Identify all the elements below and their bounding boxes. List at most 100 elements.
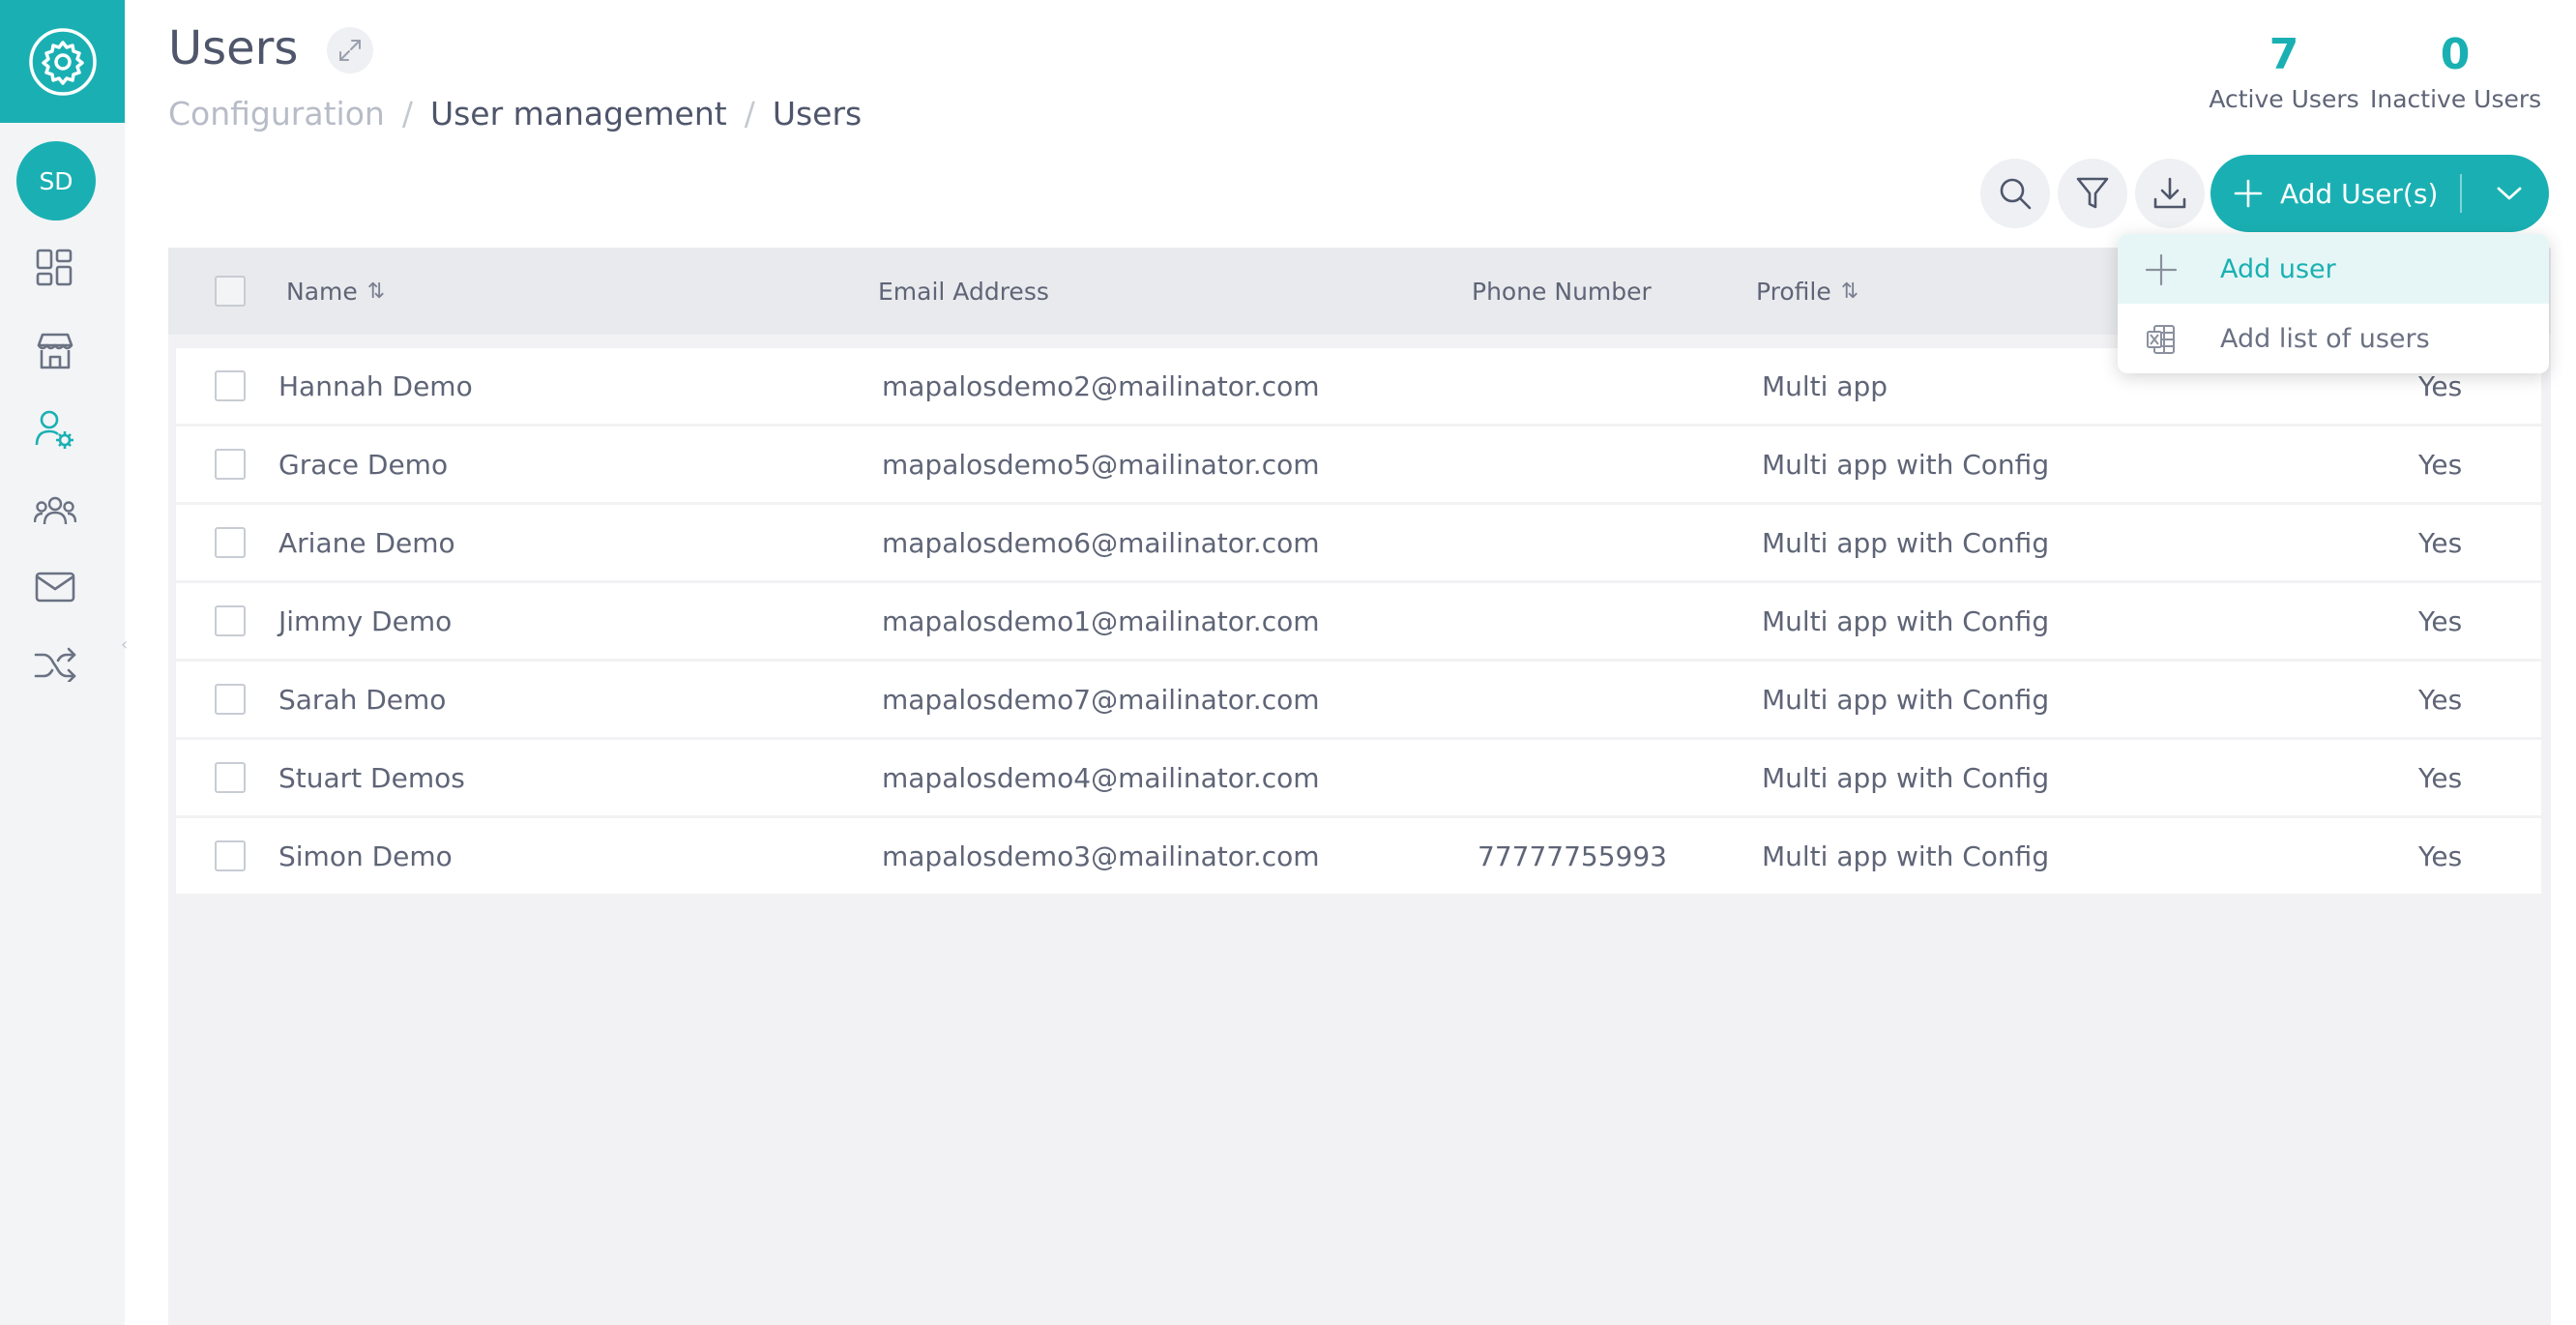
breadcrumb-users: Users <box>772 95 863 132</box>
table-row[interactable]: Jimmy Demo mapalosdemo1@mailinator.com M… <box>176 583 2541 659</box>
download-icon <box>2153 177 2186 209</box>
cell-profile: Multi app with Config <box>1762 761 2050 794</box>
filter-button[interactable] <box>2058 159 2127 228</box>
inactive-users-label: Inactive Users <box>2370 85 2542 113</box>
cell-name: Jimmy Demo <box>278 604 453 637</box>
table-row[interactable]: Sarah Demo mapalosdemo7@mailinator.com M… <box>176 662 2541 737</box>
cell-email: mapalosdemo7@mailinator.com <box>882 683 1320 716</box>
sidebar-item-users[interactable] <box>31 405 79 454</box>
sort-icon[interactable]: ⇅ <box>1841 280 1859 304</box>
cell-profile: Multi app with Config <box>1762 604 2050 637</box>
sidebar-item-shuffle[interactable] <box>31 640 79 689</box>
page-title: Users <box>168 21 299 75</box>
cell-active: Yes <box>2418 683 2463 716</box>
avatar[interactable]: SD <box>16 141 96 221</box>
breadcrumb-separator: / <box>401 95 413 132</box>
breadcrumb-user-management[interactable]: User management <box>430 95 727 132</box>
sidebar-item-mail[interactable] <box>31 563 79 611</box>
active-users-stat: 7 Active Users <box>2207 27 2361 116</box>
row-checkbox[interactable] <box>215 605 246 636</box>
cell-active: Yes <box>2418 448 2463 481</box>
cell-email: mapalosdemo4@mailinator.com <box>882 761 1320 794</box>
row-checkbox[interactable] <box>215 449 246 480</box>
store-icon <box>37 333 73 369</box>
column-header-phone-label: Phone Number <box>1472 277 1652 306</box>
add-users-dropdown-toggle[interactable] <box>2470 155 2549 232</box>
row-checkbox[interactable] <box>215 840 246 871</box>
cell-active: Yes <box>2418 839 2463 872</box>
cell-active: Yes <box>2418 604 2463 637</box>
row-checkbox[interactable] <box>215 527 246 558</box>
row-checkbox[interactable] <box>215 684 246 715</box>
excel-icon <box>2145 323 2178 356</box>
filter-icon <box>2076 177 2109 209</box>
cell-profile: Multi app with Config <box>1762 683 2050 716</box>
cell-profile: Multi app with Config <box>1762 839 2050 872</box>
add-users-button[interactable]: Add User(s) <box>2210 155 2549 232</box>
sidebar-item-groups[interactable] <box>31 486 79 535</box>
add-users-main[interactable]: Add User(s) <box>2210 155 2438 232</box>
cell-email: mapalosdemo1@mailinator.com <box>882 604 1320 637</box>
menu-item-add-list-of-users-label: Add list of users <box>2220 323 2430 354</box>
cell-profile: Multi app with Config <box>1762 526 2050 559</box>
inactive-users-count: 0 <box>2440 30 2471 79</box>
cell-name: Sarah Demo <box>278 683 447 716</box>
sidebar-collapse-handle[interactable]: ‹ <box>121 634 128 655</box>
users-table: Name ⇅ Email Address Phone Number Profil… <box>168 248 2551 1325</box>
download-button[interactable] <box>2135 159 2205 228</box>
search-icon <box>2000 178 2032 210</box>
cell-email: mapalosdemo5@mailinator.com <box>882 448 1320 481</box>
add-button-divider <box>2460 174 2462 213</box>
column-header-name-label: Name <box>286 277 358 306</box>
cell-name: Ariane Demo <box>278 526 455 559</box>
cell-active: Yes <box>2418 526 2463 559</box>
app-logo[interactable] <box>0 0 125 123</box>
menu-item-add-list-of-users[interactable]: Add list of users <box>2118 304 2549 373</box>
search-button[interactable] <box>1980 159 2050 228</box>
row-checkbox[interactable] <box>215 370 246 401</box>
cell-email: mapalosdemo3@mailinator.com <box>882 839 1320 872</box>
mail-icon <box>35 572 75 603</box>
column-header-email-label: Email Address <box>878 277 1049 306</box>
expand-button[interactable] <box>327 27 373 74</box>
column-header-phone: Phone Number <box>1472 248 1652 335</box>
column-header-profile[interactable]: Profile ⇅ <box>1756 248 1859 335</box>
cell-name: Stuart Demos <box>278 761 465 794</box>
column-header-email: Email Address <box>878 248 1049 335</box>
cell-phone: 77777755993 <box>1478 839 1667 872</box>
table-body: Hannah Demo mapalosdemo2@mailinator.com … <box>176 348 2541 896</box>
breadcrumb-configuration[interactable]: Configuration <box>168 95 385 132</box>
select-all-checkbox[interactable] <box>215 276 246 307</box>
expand-icon <box>339 40 361 61</box>
add-users-dropdown-menu: Add user Add list of users <box>2118 234 2549 373</box>
dashboard-icon <box>36 249 73 286</box>
row-checkbox[interactable] <box>215 762 246 793</box>
breadcrumb: Configuration / User management / Users <box>168 93 862 135</box>
inactive-users-stat: 0 Inactive Users <box>2370 27 2542 116</box>
plus-icon <box>2234 179 2263 208</box>
menu-item-add-user-label: Add user <box>2220 253 2336 284</box>
breadcrumb-separator: / <box>744 95 755 132</box>
column-header-name[interactable]: Name ⇅ <box>286 248 385 335</box>
users-page: SD ‹ Users Configuration / User manageme… <box>0 0 2576 1325</box>
active-users-label: Active Users <box>2209 85 2359 113</box>
cell-email: mapalosdemo2@mailinator.com <box>882 369 1320 402</box>
cell-name: Hannah Demo <box>278 369 473 402</box>
table-row[interactable]: Grace Demo mapalosdemo5@mailinator.com M… <box>176 427 2541 502</box>
cell-profile: Multi app <box>1762 369 1888 402</box>
sort-icon[interactable]: ⇅ <box>367 280 385 304</box>
cell-name: Simon Demo <box>278 839 453 872</box>
sidebar-item-store[interactable] <box>31 327 79 375</box>
active-users-count: 7 <box>2269 30 2299 79</box>
plus-icon <box>2145 253 2178 286</box>
sidebar-item-dashboard[interactable] <box>31 244 79 292</box>
avatar-initials: SD <box>39 166 73 195</box>
table-row[interactable]: Simon Demo mapalosdemo3@mailinator.com 7… <box>176 818 2541 894</box>
sidebar: SD ‹ <box>0 0 128 1325</box>
menu-item-add-user[interactable]: Add user <box>2118 234 2549 304</box>
groups-icon <box>34 496 76 525</box>
table-row[interactable]: Ariane Demo mapalosdemo6@mailinator.com … <box>176 505 2541 580</box>
add-users-label: Add User(s) <box>2280 177 2439 210</box>
chevron-down-icon <box>2497 187 2522 200</box>
table-row[interactable]: Stuart Demos mapalosdemo4@mailinator.com… <box>176 740 2541 815</box>
